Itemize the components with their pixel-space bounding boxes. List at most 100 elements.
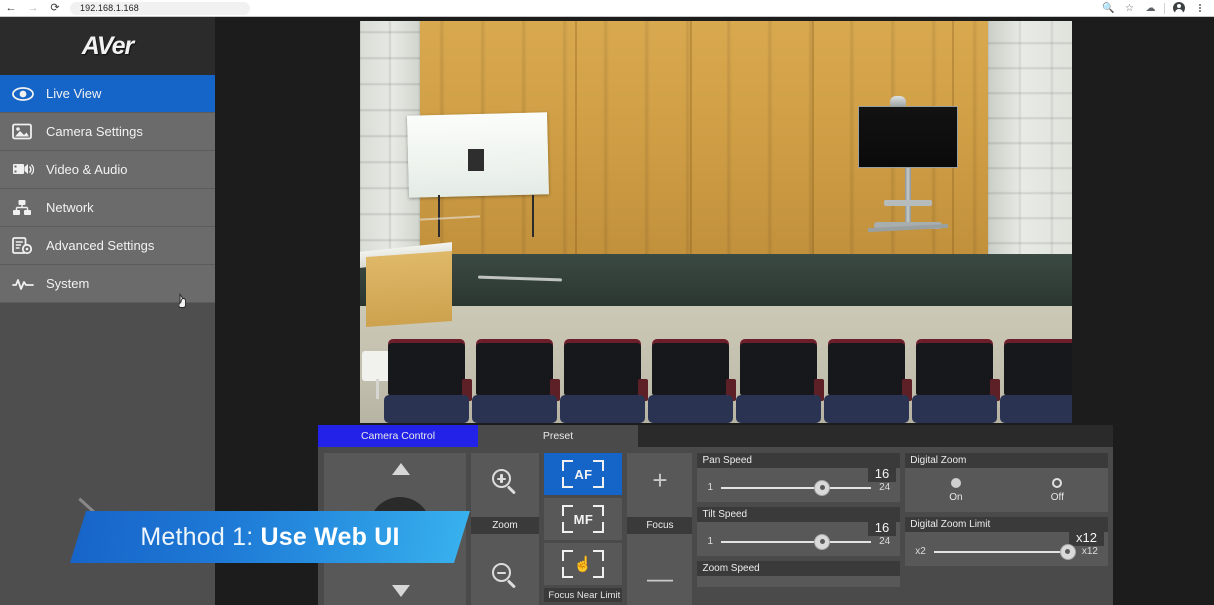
brand-logo-text: AVer bbox=[81, 31, 135, 60]
digital-zoom-limit-track[interactable] bbox=[933, 543, 1076, 560]
digital-zoom-limit-value: x12 bbox=[1069, 529, 1104, 546]
digital-zoom-radio-group: On Off bbox=[905, 468, 1108, 512]
pan-speed-knob[interactable] bbox=[814, 479, 831, 496]
manual-focus-icon[interactable]: MF bbox=[544, 498, 623, 540]
panel-tabs: Camera Control Preset bbox=[318, 425, 1113, 447]
video-scene bbox=[360, 21, 1072, 423]
focus-label: Focus bbox=[627, 517, 693, 534]
digital-zoom-card: Digital Zoom On Off bbox=[905, 453, 1108, 512]
tab-camera-control[interactable]: Camera Control bbox=[318, 425, 478, 447]
digital-zoom-option-off[interactable]: Off bbox=[1007, 478, 1108, 503]
tv-screen bbox=[858, 106, 958, 168]
focus-minus-button[interactable]: — bbox=[647, 565, 673, 591]
auto-focus-icon[interactable]: AF bbox=[544, 453, 623, 495]
pan-speed-min: 1 bbox=[707, 482, 714, 493]
browser-toolbar: ← → ⟳ 192.168.1.168 🔍 ☆ ☁ bbox=[0, 0, 1214, 17]
tv-cart bbox=[858, 84, 958, 244]
digital-zoom-title: Digital Zoom bbox=[910, 455, 967, 466]
search-icon[interactable]: 🔍 bbox=[1098, 0, 1119, 17]
live-video-feed[interactable] bbox=[360, 21, 1072, 423]
zoom-in-icon[interactable] bbox=[491, 469, 518, 495]
address-bar-url: 192.168.1.168 bbox=[80, 3, 139, 13]
tilt-speed-knob[interactable] bbox=[814, 533, 831, 550]
kebab-menu-icon[interactable] bbox=[1189, 0, 1210, 17]
focus-mode-group: AF MF ☝ Focus Near Limit bbox=[544, 453, 623, 605]
one-push-focus-icon[interactable]: ☝ bbox=[544, 543, 623, 585]
sidebar-item-system[interactable]: System bbox=[0, 265, 215, 303]
stage-platform bbox=[360, 254, 1072, 307]
digital-zoom-limit-title: Digital Zoom Limit bbox=[910, 519, 991, 530]
speaker-box bbox=[468, 149, 484, 171]
pan-speed-value: 16 bbox=[867, 465, 897, 482]
sidebar-item-network[interactable]: Network bbox=[0, 189, 215, 227]
sidebar-item-label: Video & Audio bbox=[46, 162, 128, 177]
auditorium-seat-row bbox=[360, 339, 1072, 423]
digital-zoom-limit-max: x12 bbox=[1081, 546, 1098, 557]
tilt-speed-card: Tilt Speed 16 1 24 bbox=[697, 507, 901, 556]
zoom-speed-header: Zoom Speed bbox=[697, 561, 901, 576]
tilt-speed-track[interactable] bbox=[721, 533, 872, 550]
banner-prefix: Method 1: bbox=[140, 522, 261, 551]
digital-zoom-header: Digital Zoom bbox=[905, 453, 1108, 468]
tab-label: Preset bbox=[542, 430, 574, 442]
video-audio-icon bbox=[12, 159, 46, 181]
tilt-speed-min: 1 bbox=[707, 536, 714, 547]
tilt-speed-title: Tilt Speed bbox=[702, 509, 748, 520]
zoom-speed-title: Zoom Speed bbox=[702, 563, 760, 574]
sidebar-item-live-view[interactable]: Live View bbox=[0, 75, 215, 113]
method-banner: Method 1: Use Web UI bbox=[70, 511, 470, 563]
digital-zoom-group: Digital Zoom On Off Digital Zoom Limit x… bbox=[905, 453, 1108, 605]
pan-speed-max: 24 bbox=[879, 482, 891, 493]
focus-plus-button[interactable]: + bbox=[652, 467, 667, 493]
speed-slider-group: Pan Speed 16 1 24 Tilt Speed 16 1 24 Zoo… bbox=[697, 453, 901, 605]
focus-mode-label: AF bbox=[574, 466, 593, 482]
podium bbox=[366, 250, 452, 328]
focus-mode-label: MF bbox=[573, 511, 594, 527]
radio-dot-off[interactable] bbox=[1052, 478, 1063, 488]
pan-speed-track[interactable] bbox=[721, 479, 872, 496]
radio-label-on: On bbox=[949, 492, 963, 503]
digital-zoom-limit-knob[interactable] bbox=[1059, 543, 1076, 560]
zoom-label: Zoom bbox=[470, 517, 540, 534]
tab-preset[interactable]: Preset bbox=[478, 425, 638, 447]
back-arrow-icon[interactable]: ← bbox=[0, 0, 22, 17]
digital-zoom-option-on[interactable]: On bbox=[905, 478, 1006, 503]
tab-label: Camera Control bbox=[360, 430, 436, 442]
brand-logo: AVer bbox=[0, 17, 215, 75]
arrow-up-icon[interactable] bbox=[392, 463, 410, 475]
sidebar-item-label: Network bbox=[46, 200, 94, 215]
profile-avatar-icon[interactable] bbox=[1168, 0, 1189, 17]
radio-dot-on[interactable] bbox=[950, 478, 961, 488]
cloud-icon[interactable]: ☁ bbox=[1140, 0, 1161, 17]
tab-strip-filler bbox=[638, 425, 1113, 447]
focus-near-limit-label: Focus Near Limit bbox=[544, 588, 623, 602]
arrow-down-icon[interactable] bbox=[392, 585, 410, 597]
sidebar-item-label: Camera Settings bbox=[46, 124, 143, 139]
sidebar-item-camera-settings[interactable]: Camera Settings bbox=[0, 113, 215, 151]
pan-speed-title: Pan Speed bbox=[702, 455, 752, 466]
document-gear-icon bbox=[12, 235, 46, 257]
sidebar-item-label: Live View bbox=[46, 86, 102, 101]
toolbar-divider bbox=[1164, 2, 1165, 14]
reload-icon[interactable]: ⟳ bbox=[44, 0, 66, 17]
bookmark-star-icon[interactable]: ☆ bbox=[1119, 0, 1140, 17]
pan-speed-card: Pan Speed 16 1 24 bbox=[697, 453, 901, 502]
address-bar[interactable]: 192.168.1.168 bbox=[70, 1, 250, 15]
sidebar-item-advanced-settings[interactable]: Advanced Settings bbox=[0, 227, 215, 265]
forward-arrow-icon[interactable]: → bbox=[22, 0, 44, 17]
eye-icon bbox=[12, 83, 46, 105]
method-banner-text: Method 1: Use Web UI bbox=[140, 523, 399, 552]
network-icon bbox=[12, 197, 46, 219]
zoom-out-icon[interactable] bbox=[491, 563, 518, 589]
focus-adjust-group: + Focus — bbox=[627, 453, 693, 605]
tilt-speed-max: 24 bbox=[879, 536, 891, 547]
web-ui-app: AVer Live View Camera Settings Video & A… bbox=[0, 17, 1214, 605]
sidebar-item-label: System bbox=[46, 276, 90, 291]
waveform-icon bbox=[12, 273, 46, 295]
image-icon bbox=[12, 121, 46, 143]
zoom-speed-card: Zoom Speed bbox=[697, 561, 901, 587]
sidebar-item-video-audio[interactable]: Video & Audio bbox=[0, 151, 215, 189]
digital-zoom-limit-card: Digital Zoom Limit x12 x2 x12 bbox=[905, 517, 1108, 566]
banner-emphasis: Use Web UI bbox=[260, 522, 400, 551]
tilt-speed-value: 16 bbox=[867, 519, 897, 536]
